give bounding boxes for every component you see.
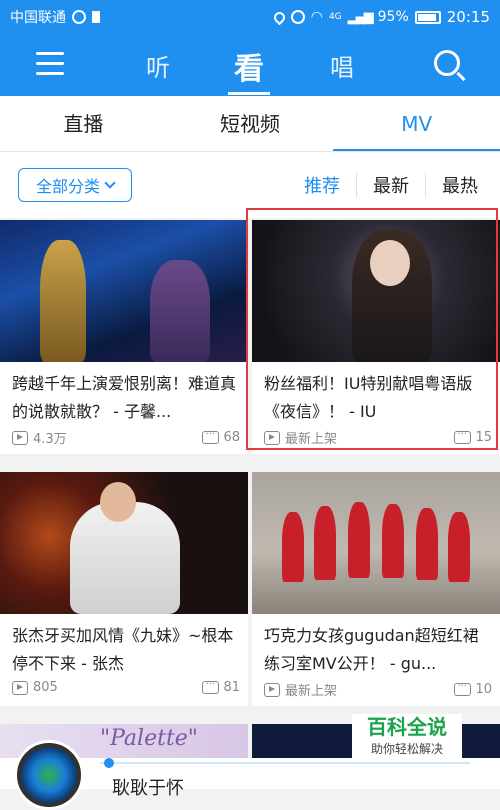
playback-progress[interactable] [100,758,470,768]
wifi-icon: ◠ [310,9,323,25]
video-title: 张杰牙买加风情《九妹》~根本停不下来 - 张杰 [12,626,234,673]
location-icon [271,9,287,25]
chevron-down-icon [104,177,116,189]
comment-icon [202,426,220,444]
watermark-subtitle: 助你轻松解决 [370,742,443,756]
top-nav: 听 看 唱 [0,34,500,96]
play-count-icon [12,680,28,695]
sort-recommended[interactable]: 推荐 [288,172,356,198]
tab-listen[interactable]: 听 [146,48,170,83]
play-count: 4.3万 [33,432,67,447]
song-title: 耿耿于怀 [112,778,184,798]
sort-latest[interactable]: 最新 [357,172,425,198]
tab-sing[interactable]: 唱 [330,48,354,83]
comment-icon [202,676,220,694]
category-filter-button[interactable]: 全部分类 [18,168,132,202]
video-thumbnail [252,472,500,614]
subtab-mv[interactable]: MV [333,96,500,151]
watermark: 百科全说 助你轻松解决 [352,714,462,762]
carrier-label: 中国联通 [10,10,66,26]
battery-icon [414,10,441,24]
video-card[interactable]: 跨越千年上演爱恨别离！难道真的说散就散？ - 子馨... 4.3万 68 [0,220,248,454]
active-tab-indicator [228,92,270,95]
clock: 20:15 [446,8,490,26]
comment-count: 68 [223,430,240,445]
video-card[interactable]: 张杰牙买加风情《九妹》~根本停不下来 - 张杰 805 81 [0,472,248,706]
alarm-icon [290,10,305,24]
video-thumbnail [0,472,248,614]
comment-icon [454,678,472,696]
menu-icon[interactable] [36,52,64,76]
status-bar: 中国联通 ◠ 4G ▂▄▆ 95% 20:15 [0,0,500,34]
watermark-title: 百科全说 [367,715,447,739]
category-filter-label: 全部分类 [35,177,100,196]
network-type: 4G [328,12,342,22]
sim-icon [92,11,100,23]
play-count: 最新上架 [285,684,338,699]
sub-tabs: 直播 短视频 MV [0,96,500,152]
search-icon[interactable] [434,50,460,76]
video-card[interactable]: 巧克力女孩gugudan超短红裙练习室MV公开！ - gu... 最新上架 10 [252,472,500,706]
comment-count: 81 [223,680,240,695]
tab-watch[interactable]: 看 [234,44,264,88]
battery-percent: 95% [377,9,409,25]
subtab-short-video[interactable]: 短视频 [167,96,334,151]
sort-hottest[interactable]: 最热 [426,172,494,198]
signal-icon: ▂▄▆ [347,9,374,25]
palette-text: "Palette" [100,726,198,751]
video-thumbnail [0,220,248,362]
play-count-icon [12,430,28,445]
video-title: 跨越千年上演爱恨别离！难道真的说散就散？ - 子馨... [12,374,237,421]
play-count: 805 [33,680,58,695]
progress-handle[interactable] [104,758,114,768]
k-badge-icon [72,10,86,24]
sort-options: 推荐 最新 最热 [288,172,494,198]
album-disc-icon[interactable] [14,740,84,810]
comment-count: 10 [475,682,492,697]
video-title: 巧克力女孩gugudan超短红裙练习室MV公开！ - gu... [264,626,479,673]
subtab-live[interactable]: 直播 [0,96,167,151]
play-count-icon [264,682,280,697]
highlight-box [246,208,498,450]
